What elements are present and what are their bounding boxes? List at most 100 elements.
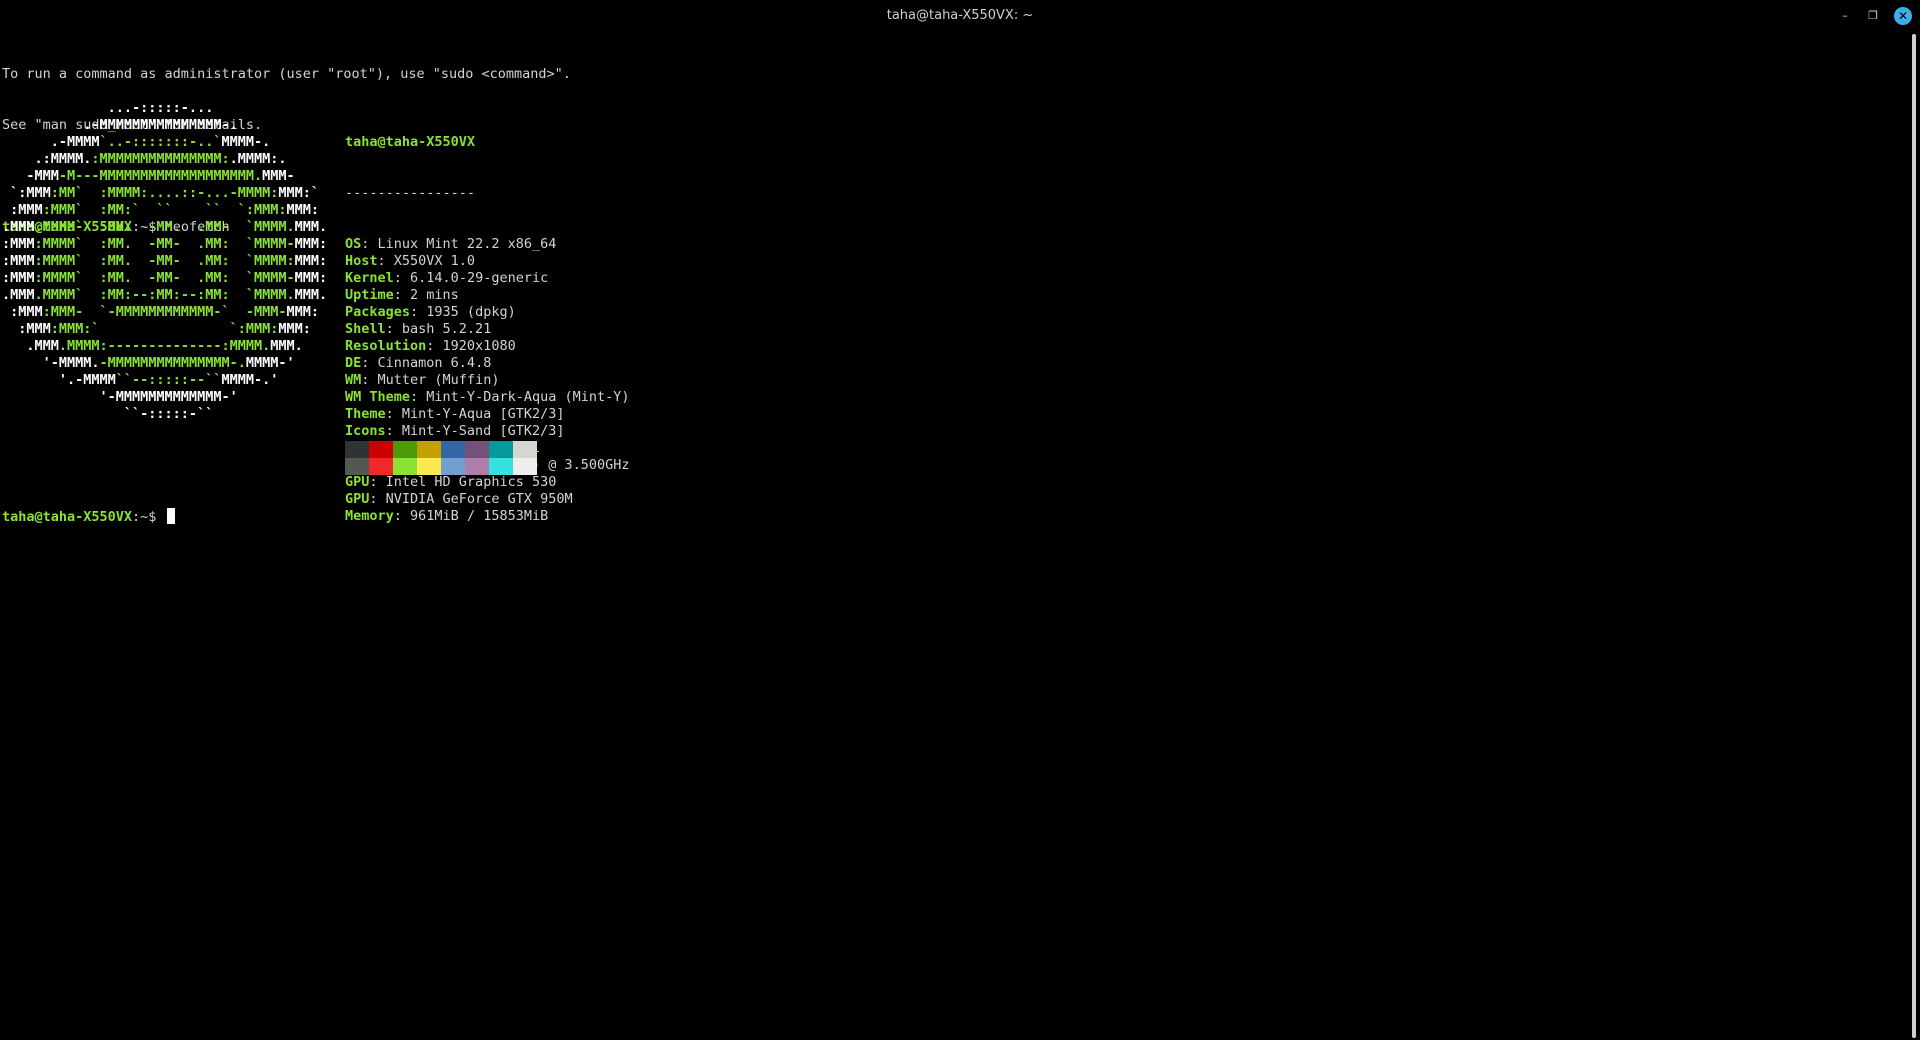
info-value: NVIDIA GeForce GTX 950M	[385, 491, 573, 507]
info-colon: :	[361, 355, 378, 371]
ascii-logo-line: -MMM-M---MMMMMMMMMMMMMMMMMMM.MMM-	[2, 168, 327, 185]
ascii-logo-segment: MMM:	[294, 253, 328, 269]
info-colon: :	[361, 372, 378, 388]
ascii-logo-line: :MMM:MMM- `-MMMMMMMMMMMM-` -MMM-MMM:	[2, 304, 327, 321]
palette-swatch	[513, 458, 537, 475]
title-bar[interactable]: taha@taha-X550VX: ~ – ❐ ✕	[0, 0, 1920, 32]
info-row: Packages: 1935 (dpkg)	[345, 304, 630, 321]
ascii-logo-segment: MMM:	[286, 304, 319, 320]
sudo-hint-line: To run a command as administrator (user …	[2, 66, 571, 82]
info-colon: :	[377, 253, 394, 269]
info-row: Icons: Mint-Y-Sand [GTK2/3]	[345, 423, 630, 440]
minimize-icon[interactable]: –	[1836, 7, 1854, 25]
palette-swatch	[441, 458, 465, 475]
ascii-logo-segment: .MMMM` :MM:--:MM:--:MM: `MMMM.	[34, 287, 295, 303]
info-colon: :	[369, 491, 386, 507]
info-value: Cinnamon 6.4.8	[377, 355, 492, 371]
info-row: Uptime: 2 mins	[345, 287, 630, 304]
ascii-logo-line: .MMM.MMMM` :MM. -MM. .MM- `MMMM.MMM.	[2, 219, 327, 236]
ascii-logo-line: :MMM:MMMM` :MM. -MM- .MM: `MMMM-MMM:	[2, 236, 327, 253]
ascii-logo-segment: :MMM	[2, 304, 43, 320]
info-value: 1935 (dpkg)	[426, 304, 516, 320]
info-value: bash 5.2.21	[401, 321, 492, 337]
active-prompt-line[interactable]: taha@taha-X550VX:~$	[2, 508, 175, 526]
info-row: Theme: Mint-Y-Aqua [GTK2/3]	[345, 406, 630, 423]
ascii-logo-line: ``-:::::-``	[2, 406, 327, 423]
info-key: Icons	[345, 423, 386, 439]
info-value: Mint-Y-Aqua [GTK2/3]	[401, 406, 565, 422]
ascii-logo-segment: '-MMMM.	[2, 355, 100, 371]
ascii-logo-line: :MMM:MMM:` `:MMM:MMM:	[2, 321, 327, 338]
terminal-window[interactable]: taha@taha-X550VX: ~ – ❐ ✕ To run a comma…	[0, 0, 1920, 1040]
palette-swatch	[489, 441, 513, 458]
palette-swatch	[345, 458, 369, 475]
ascii-logo-segment: MMM:	[294, 270, 328, 286]
ascii-logo-segment: :MMM	[2, 202, 43, 218]
info-row: WM Theme: Mint-Y-Dark-Aqua (Mint-Y)	[345, 389, 630, 406]
info-colon: :	[393, 270, 411, 286]
mint-ascii-logo: ...-:::::-... .-MMMMMMMMMMMMMMM-. .-MMMM…	[2, 100, 327, 423]
ascii-logo-line: .-MMMM`..-:::::::-..`MMMM-.	[2, 134, 327, 151]
info-row: Memory: 961MiB / 15853MiB	[345, 508, 630, 525]
ascii-logo-line: ...-:::::-...	[2, 100, 327, 117]
info-colon: :	[385, 406, 402, 422]
info-value: Linux Mint 22.2 x86_64	[377, 236, 557, 252]
info-value: 961MiB / 15853MiB	[410, 508, 549, 524]
ascii-logo-segment: '-MMMMMMMMMMMMM-'	[2, 389, 238, 405]
ascii-logo-segment: MMM:	[294, 236, 328, 252]
ascii-logo-segment: .-MMMMMMMMMMMMMMM-.	[2, 117, 238, 133]
ascii-logo-segment: .MMM	[2, 338, 59, 354]
info-key: Host	[345, 253, 378, 269]
window-title: taha@taha-X550VX: ~	[886, 8, 1034, 23]
ascii-logo-segment: -MMMMMMMMMMMMMMM-.	[99, 355, 246, 371]
info-colon: :	[385, 321, 402, 337]
scrollbar[interactable]	[1912, 34, 1916, 1038]
ascii-logo-line: .MMM.MMMM:--------------:MMMM.MMM.	[2, 338, 327, 355]
prompt-user-host: taha@taha-X550VX	[2, 509, 133, 525]
info-colon: :	[361, 236, 378, 252]
palette-swatch	[513, 441, 537, 458]
ascii-logo-line: .MMM.MMMM` :MM:--:MM:--:MM: `MMMM.MMM.	[2, 287, 327, 304]
palette-swatch	[441, 441, 465, 458]
info-colon: :	[410, 304, 427, 320]
ascii-logo-segment: :MMM:` `:MMM:	[50, 321, 279, 337]
ascii-logo-segment: ``-:::::-``	[2, 406, 214, 422]
ascii-logo-segment: MMMM-'	[245, 355, 295, 371]
palette-swatch	[465, 441, 489, 458]
ascii-logo-line: .:MMMM.:MMMMMMMMMMMMMMM:.MMMM:.	[2, 151, 327, 168]
ascii-logo-segment: :MMM	[2, 270, 35, 286]
ascii-logo-segment: :MMMMMMMMMMMMMMM:	[91, 151, 230, 167]
info-value: 1920x1080	[442, 338, 516, 354]
ascii-logo-segment: MMM.	[294, 219, 328, 235]
color-palette	[345, 441, 537, 475]
ascii-logo-segment: .MMM	[2, 287, 35, 303]
ascii-logo-segment: :MMMM` :MM. -MM- .MM: `MMMM-	[34, 236, 295, 252]
info-key: Shell	[345, 321, 386, 337]
close-icon[interactable]: ✕	[1894, 7, 1912, 25]
info-colon: :	[369, 474, 386, 490]
ascii-logo-segment: `..-:::::::-..`	[99, 134, 222, 150]
ascii-logo-segment: -M---MMMMMMMMMMMMMMMMMMM.	[58, 168, 263, 184]
text-cursor[interactable]	[166, 508, 175, 524]
ascii-logo-segment: MMM-	[262, 168, 295, 184]
info-value: X550VX 1.0	[393, 253, 476, 269]
ascii-logo-segment: .:MMMM.	[2, 151, 92, 167]
ascii-logo-segment: :MM` :MMMM:....::-...-MMMM:	[50, 185, 279, 201]
info-row: OS: Linux Mint 22.2 x86_64	[345, 236, 630, 253]
ascii-logo-segment: MMMM-.'	[221, 372, 279, 388]
ascii-logo-line: :MMM:MMM` :MM:` `` `` `:MMM:MMM:	[2, 202, 327, 219]
palette-swatch	[417, 458, 441, 475]
info-value: Mint-Y-Dark-Aqua (Mint-Y)	[426, 389, 630, 405]
system-info: taha@taha-X550VX ---------------- OS: Li…	[345, 100, 630, 559]
ascii-logo-segment: `:MMM	[2, 185, 51, 201]
maximize-icon[interactable]: ❐	[1864, 7, 1882, 25]
palette-swatch	[369, 441, 393, 458]
info-key: Resolution	[345, 338, 427, 354]
info-row: Shell: bash 5.2.21	[345, 321, 630, 338]
info-key: GPU	[345, 474, 370, 490]
palette-swatch	[489, 458, 513, 475]
palette-swatch	[345, 441, 369, 458]
info-value: Intel HD Graphics 530	[385, 474, 557, 490]
info-colon: :	[410, 389, 427, 405]
ascii-logo-line: :MMM:MMMM` :MM. -MM- .MM: `MMMM:MMM:	[2, 253, 327, 270]
